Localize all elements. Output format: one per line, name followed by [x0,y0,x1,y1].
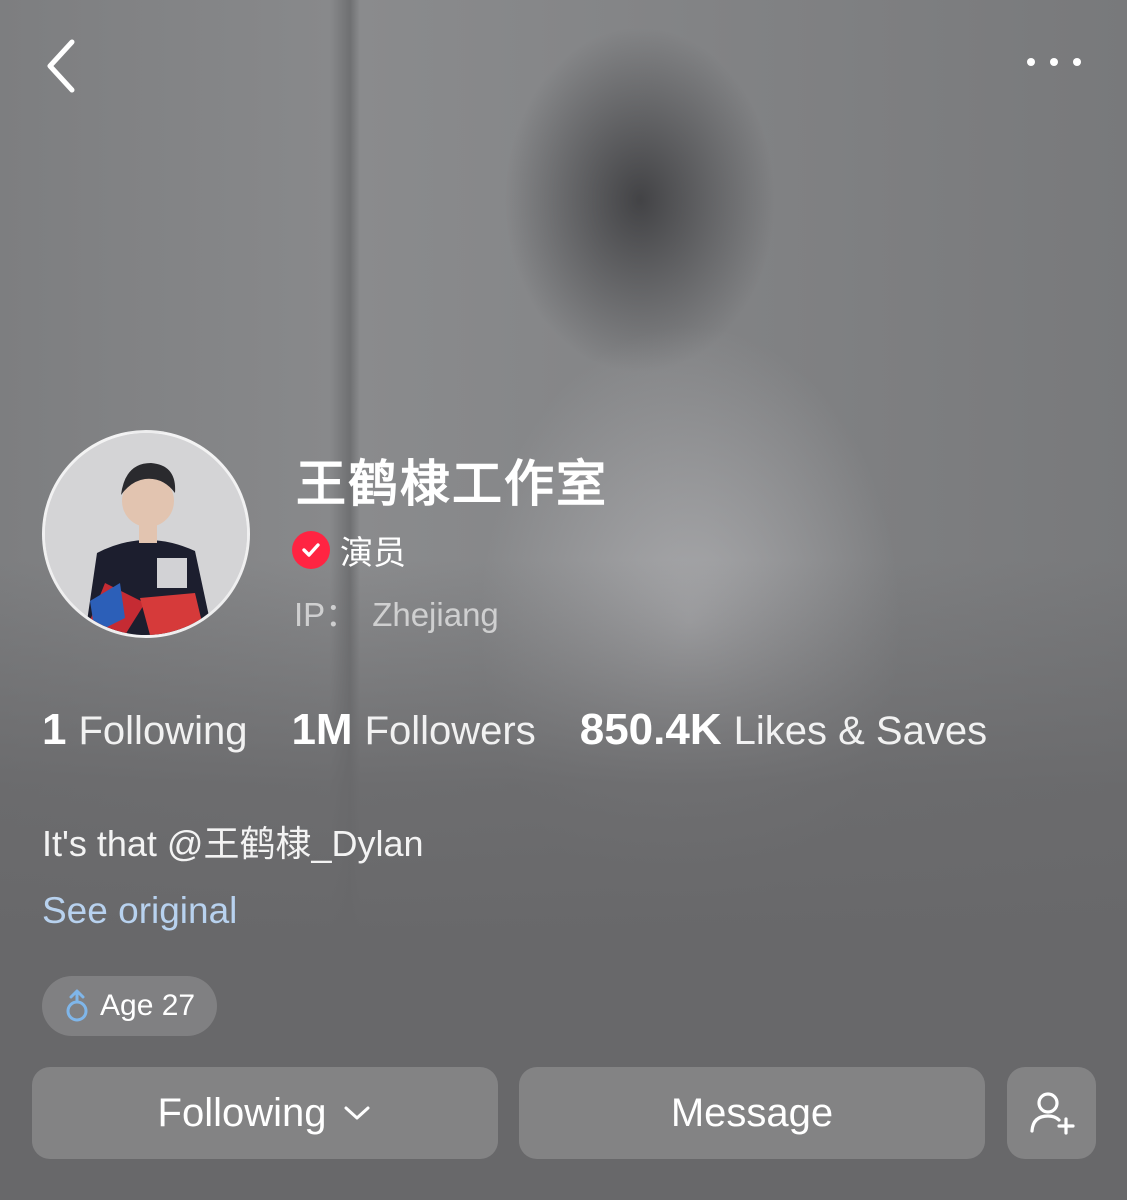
profile-bio: It's that @王鹤棣_Dylan [42,823,424,864]
more-button[interactable] [1021,40,1091,84]
verified-check-icon [292,531,330,569]
see-original-link[interactable]: See original [42,890,237,932]
stat-following[interactable]: 1 Following [42,705,247,755]
verification-row: 演员 [292,528,406,572]
age-tag: Age 27 [42,976,218,1036]
message-label: Message [670,1090,834,1135]
stat-value: 1 [42,705,67,754]
back-button[interactable] [36,30,96,100]
stat-label: Likes & Saves [733,709,988,753]
avatar-image [45,433,247,635]
chevron-left-icon [47,39,75,93]
male-icon [66,989,88,1022]
verification-label: 演员 [340,534,406,571]
stat-value: 850.4K [579,705,722,754]
profile-name: 王鹤棣工作室 [296,456,608,512]
avatar[interactable] [42,430,250,638]
add-user-icon [1029,1092,1075,1135]
chevron-down-icon [344,1106,370,1120]
stat-label: Following [78,709,248,753]
ip-location: IP： Zhejiang [294,588,513,636]
top-bar [0,0,1127,130]
stat-followers[interactable]: 1M Followers [291,705,535,755]
stat-label: Followers [364,709,536,753]
profile-stats: 1 Following 1M Followers 850.4K Likes & … [42,705,1031,765]
message-button[interactable]: Message [519,1067,985,1159]
action-bar: Following Message [32,1067,1096,1159]
stat-likes-saves[interactable]: 850.4K Likes & Saves [580,705,987,755]
age-label: Age 27 [100,989,196,1022]
following-button[interactable]: Following [32,1067,498,1159]
more-dots-icon [1027,58,1081,66]
following-label: Following [157,1090,327,1135]
ip-label: IP： [294,596,359,633]
ip-value: Zhejiang [372,596,499,633]
add-friend-button[interactable] [1007,1067,1096,1159]
stat-value: 1M [291,705,353,754]
